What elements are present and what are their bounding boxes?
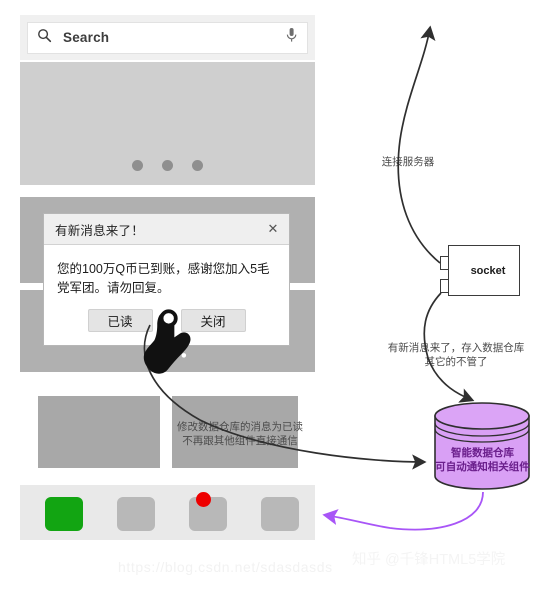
search-icon xyxy=(37,28,52,48)
carousel-dot-3[interactable] xyxy=(192,160,203,171)
socket-label: socket xyxy=(470,264,506,277)
socket-component: socket xyxy=(448,245,520,296)
note-mark-read: 修改数据仓库的消息为已读 不再跟其他组件直接通信 xyxy=(177,421,303,447)
dialog-title: 有新消息来了！ xyxy=(55,223,144,238)
diagram-canvas: Search 有新消息来了！ ✕ 您的100万Q币已到账，感谢您加入5毛党军团。… xyxy=(0,0,554,590)
notification-badge xyxy=(196,492,211,507)
carousel-dot-2[interactable] xyxy=(162,160,173,171)
bottom-tab-bar xyxy=(20,485,315,540)
close-dialog-button[interactable]: 关闭 xyxy=(180,309,246,332)
message-dialog: 有新消息来了！ ✕ 您的100万Q币已到账，感谢您加入5毛党军团。请勿回复。 已… xyxy=(43,213,290,346)
dialog-titlebar: 有新消息来了！ ✕ xyxy=(44,214,289,245)
watermark-url: https://blog.csdn.net/sdasdasds xyxy=(118,559,333,575)
arrow-database-notify-tabbar xyxy=(322,491,484,531)
search-input[interactable]: Search xyxy=(27,21,308,54)
dialog-actions: 已读 关闭 xyxy=(44,309,289,332)
microphone-icon[interactable] xyxy=(285,27,298,48)
tab-item-2[interactable] xyxy=(117,497,155,531)
dialog-message: 您的100万Q币已到账，感谢您加入5毛党军团。请勿回复。 xyxy=(57,262,270,295)
arrow-socket-to-server xyxy=(397,25,441,264)
watermark-zhihu: 知乎 @千锋HTML5学院 xyxy=(352,552,506,568)
search-bar-container: Search xyxy=(20,15,315,60)
tab-item-4[interactable] xyxy=(261,497,299,531)
search-placeholder-text: Search xyxy=(63,30,110,45)
carousel-dots xyxy=(20,160,315,171)
close-icon[interactable]: ✕ xyxy=(266,222,280,236)
note-connect-server: 连接服务器 xyxy=(381,156,435,168)
content-card-left[interactable] xyxy=(38,396,160,468)
tab-item-1[interactable] xyxy=(45,497,83,531)
carousel-banner[interactable] xyxy=(20,62,315,185)
carousel-dot-1[interactable] xyxy=(132,160,143,171)
note-store-message: 有新消息来了，存入数据仓库 其它的不管了 xyxy=(387,342,525,368)
data-warehouse-cylinder: 智能数据仓库 可自动通知相关组件 xyxy=(432,402,533,490)
mark-read-button[interactable]: 已读 xyxy=(87,309,153,332)
